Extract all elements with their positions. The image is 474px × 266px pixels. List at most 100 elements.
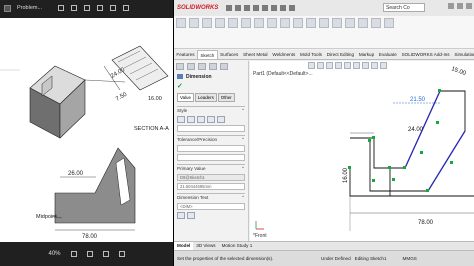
status-units[interactable]: MMGS <box>403 256 417 261</box>
pm-tab-leaders[interactable]: Leaders <box>194 93 217 102</box>
collapse-icon[interactable]: ⌃ <box>241 195 245 201</box>
primary-value-field[interactable]: 21.50444595mm <box>177 183 245 190</box>
quick-snaps-icon[interactable] <box>358 18 368 28</box>
search-input[interactable]: Search Co <box>383 3 425 12</box>
fullscreen-icon[interactable] <box>118 251 125 257</box>
tab-simulation[interactable]: Simulation <box>452 50 474 59</box>
rotate-icon[interactable] <box>84 5 91 11</box>
tab-weldments[interactable]: Weldments <box>270 50 298 59</box>
collapse-icon[interactable]: ⌃ <box>241 137 245 143</box>
justify-center-icon[interactable] <box>187 212 195 219</box>
tab-sheet-metal[interactable]: Sheet Metal <box>241 50 270 59</box>
dim-16[interactable]: 16.00 <box>343 167 349 183</box>
sw-logo: SOLIDWORKS <box>177 5 219 11</box>
tab-motion-study[interactable]: Motion Study 1 <box>219 242 256 250</box>
smart-dimension-icon[interactable] <box>189 18 199 28</box>
drawing-image: 24.00 7.50 16.00 SECTION A-A 78.00 26.00… <box>0 45 169 240</box>
fit-icon[interactable] <box>102 251 109 257</box>
style-apply-icon[interactable] <box>177 116 185 123</box>
open-icon[interactable] <box>235 5 242 11</box>
pm-title: Dimension <box>174 72 248 80</box>
sw-titlebar: SOLIDWORKS Search Co <box>174 0 474 16</box>
justify-left-icon[interactable] <box>177 212 185 219</box>
collapse-icon[interactable]: ⌃ <box>241 166 245 172</box>
primary-value-label: Primary Value <box>177 166 206 171</box>
line-icon[interactable] <box>202 18 212 28</box>
primary-value-group: Primary Value ⌃ D9@Sketch1 21.50444595mm <box>177 164 245 190</box>
pm-subtabs: Value Leaders Other <box>174 92 248 103</box>
style-save-icon[interactable] <box>197 116 205 123</box>
zoom-icon[interactable] <box>58 5 65 11</box>
relations-icon[interactable] <box>332 18 342 28</box>
graphics-area[interactable]: Part1 (Default<<Default>... 21.50 24.00 … <box>250 61 474 241</box>
print-icon[interactable] <box>253 5 260 11</box>
tab-model[interactable]: Model <box>174 242 194 250</box>
pattern-icon[interactable] <box>306 18 316 28</box>
help-icon[interactable] <box>448 3 454 9</box>
dim-24[interactable]: 24.00 <box>408 127 424 133</box>
feature-tree-icon[interactable] <box>176 63 184 70</box>
style-delete-icon[interactable] <box>187 116 195 123</box>
mirror-icon[interactable] <box>293 18 303 28</box>
tab-solidworks-add-ins[interactable]: SOLIDWORKS Add-Ins <box>399 50 452 59</box>
photos-app-icon <box>4 4 11 12</box>
tab-features[interactable]: Features <box>174 50 197 59</box>
select-icon[interactable] <box>271 5 278 11</box>
zoom-level: 40% <box>48 251 61 257</box>
rebuild-icon[interactable] <box>280 5 287 11</box>
image-viewer-window: Problem... 24.00 7.50 16.00 SECTION A-A … <box>0 0 173 266</box>
repair-icon[interactable] <box>345 18 355 28</box>
style-load-icon[interactable] <box>207 116 215 123</box>
move-icon[interactable] <box>319 18 329 28</box>
screen: Problem... 24.00 7.50 16.00 SECTION A-A … <box>0 0 474 266</box>
tab-sketch[interactable]: Sketch <box>196 50 218 59</box>
undo-icon[interactable] <box>262 5 269 11</box>
circle-icon[interactable] <box>228 18 238 28</box>
config-manager-icon[interactable] <box>198 63 206 70</box>
instant2d-icon[interactable] <box>384 18 394 28</box>
new-icon[interactable] <box>226 5 233 11</box>
status-bar: Set the properties of the selected dimen… <box>174 250 474 266</box>
options-icon[interactable] <box>289 5 296 11</box>
tab-direct-editing[interactable]: Direct Editing <box>324 50 356 59</box>
arc-icon[interactable] <box>241 18 251 28</box>
tab-evaluate[interactable]: Evaluate <box>377 50 400 59</box>
display-manager-icon[interactable] <box>220 63 228 70</box>
pm-tab-value[interactable]: Value <box>177 93 194 102</box>
dim-78[interactable]: 78.00 <box>418 220 434 226</box>
tolerance-type-select[interactable] <box>177 145 245 152</box>
rapid-sketch-icon[interactable] <box>371 18 381 28</box>
more-icon[interactable] <box>123 5 130 11</box>
convert-icon[interactable] <box>267 18 277 28</box>
save-icon[interactable] <box>244 5 251 11</box>
favorite-icon[interactable] <box>71 5 78 11</box>
edit-icon[interactable] <box>110 5 117 11</box>
tab-3d-views[interactable]: 3D Views <box>193 242 218 250</box>
precision-select[interactable] <box>177 154 245 161</box>
delete-icon[interactable] <box>97 5 104 11</box>
zoom-out-icon[interactable] <box>70 251 77 257</box>
tab-mold-tools[interactable]: Mold Tools <box>298 50 325 59</box>
zoom-in-icon[interactable] <box>86 251 93 257</box>
pm-tab-other[interactable]: Other <box>217 93 235 102</box>
dim-15[interactable]: 15.00 <box>450 66 467 77</box>
trim-icon[interactable] <box>254 18 264 28</box>
property-manager-icon[interactable] <box>187 63 195 70</box>
collapse-icon[interactable]: ⌃ <box>241 108 245 114</box>
dimxpert-icon[interactable] <box>209 63 217 70</box>
dim-text-label: Dimension Text <box>177 195 209 200</box>
style-favorite-icon[interactable] <box>217 116 225 123</box>
ok-check-icon[interactable]: ✓ <box>177 82 183 90</box>
tab-markup[interactable]: Markup <box>356 50 376 59</box>
dim-text-field[interactable]: <DIM> <box>177 203 245 210</box>
sketch-tool-icon[interactable] <box>176 18 186 28</box>
drawing-dim-78: 78.00 <box>82 234 98 240</box>
style-select[interactable] <box>177 125 245 132</box>
close-icon[interactable] <box>466 3 472 9</box>
minimize-icon[interactable] <box>457 3 463 9</box>
rectangle-icon[interactable] <box>215 18 225 28</box>
offset-icon[interactable] <box>280 18 290 28</box>
drawing-dim-7-50: 7.50 <box>115 91 129 102</box>
tab-surfaces[interactable]: Surfaces <box>218 50 241 59</box>
dim-21-50[interactable]: 21.50 <box>410 97 426 103</box>
